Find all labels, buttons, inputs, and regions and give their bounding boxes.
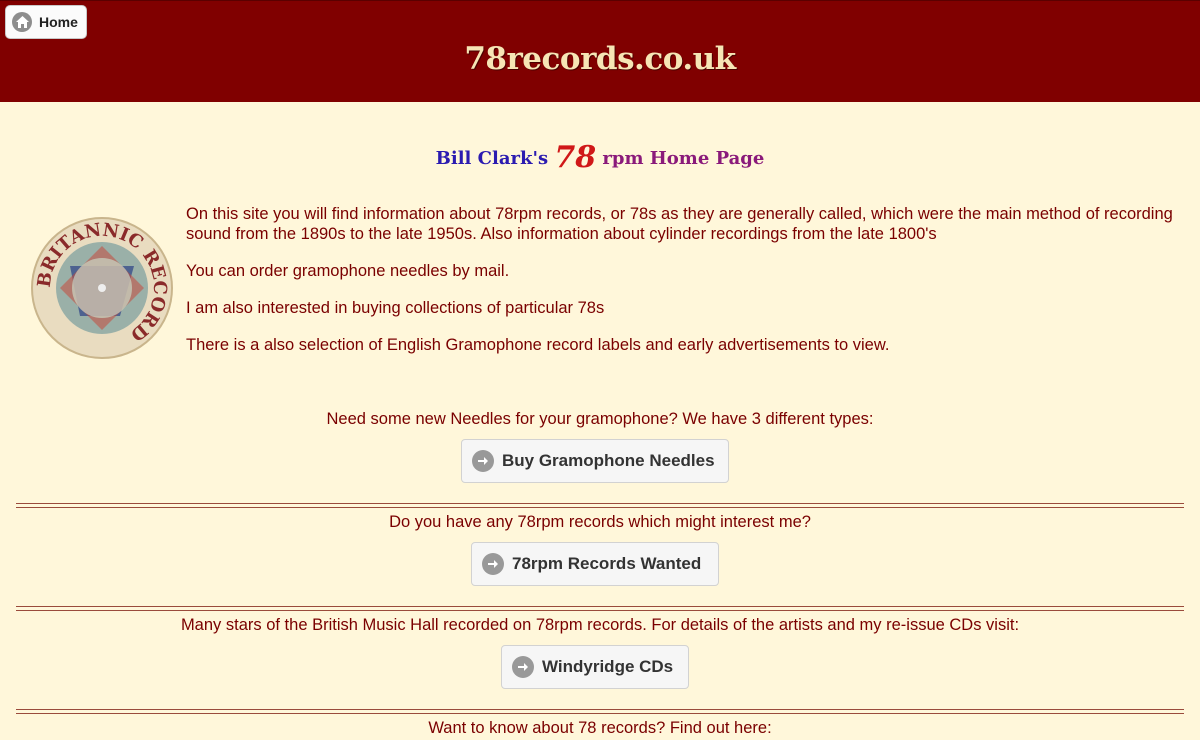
- buy-needles-button[interactable]: Buy Gramophone Needles: [461, 439, 729, 483]
- divider: [16, 606, 1184, 611]
- arrow-right-icon: [472, 450, 494, 472]
- needles-prompt: Need some new Needles for your gramophon…: [326, 410, 874, 428]
- site-header: Home 78records.co.uk: [0, 0, 1200, 102]
- arrow-right-icon: [512, 656, 534, 678]
- windyridge-section: Many stars of the British Music Hall rec…: [0, 616, 1200, 635]
- subtitle-part-1: Bill Clark's: [435, 148, 549, 169]
- divider: [16, 503, 1184, 508]
- intro-paragraph: There is a also selection of English Gra…: [186, 336, 890, 354]
- windyridge-cds-label: Windyridge CDs: [542, 657, 674, 676]
- subtitle-part-2: 78: [554, 140, 597, 175]
- intro-paragraph: I am also interested in buying collectio…: [186, 299, 605, 317]
- intro-text: On this site you will find information a…: [186, 204, 1176, 372]
- needles-section: Need some new Needles for your gramophon…: [0, 410, 1200, 429]
- buy-needles-label: Buy Gramophone Needles: [502, 451, 715, 470]
- records-wanted-section: Do you have any 78rpm records which migh…: [0, 513, 1200, 532]
- intro-paragraph: You can order gramophone needles by mail…: [186, 262, 510, 280]
- subtitle-part-3: rpm Home Page: [602, 148, 765, 169]
- site-title: 78records.co.uk: [464, 41, 736, 77]
- records-wanted-button[interactable]: 78rpm Records Wanted: [471, 542, 719, 586]
- records-wanted-label: 78rpm Records Wanted: [512, 554, 702, 573]
- about-78s-prompt: Want to know about 78 records? Find out …: [428, 719, 772, 737]
- record-label-image: BRITANNIC RECORD: [30, 216, 174, 360]
- home-button[interactable]: Home: [5, 5, 87, 39]
- windyridge-cds-button[interactable]: Windyridge CDs: [501, 645, 689, 689]
- page-subtitle: Bill Clark's 78 rpm Home Page: [0, 140, 1200, 175]
- records-wanted-prompt: Do you have any 78rpm records which migh…: [389, 513, 811, 531]
- about-78s-section: Want to know about 78 records? Find out …: [0, 719, 1200, 738]
- intro-paragraph: On this site you will find information a…: [186, 205, 1173, 243]
- divider: [16, 709, 1184, 714]
- windyridge-prompt: Many stars of the British Music Hall rec…: [180, 616, 1020, 634]
- arrow-right-icon: [482, 553, 504, 575]
- home-label: Home: [39, 14, 78, 30]
- home-icon: [12, 12, 32, 32]
